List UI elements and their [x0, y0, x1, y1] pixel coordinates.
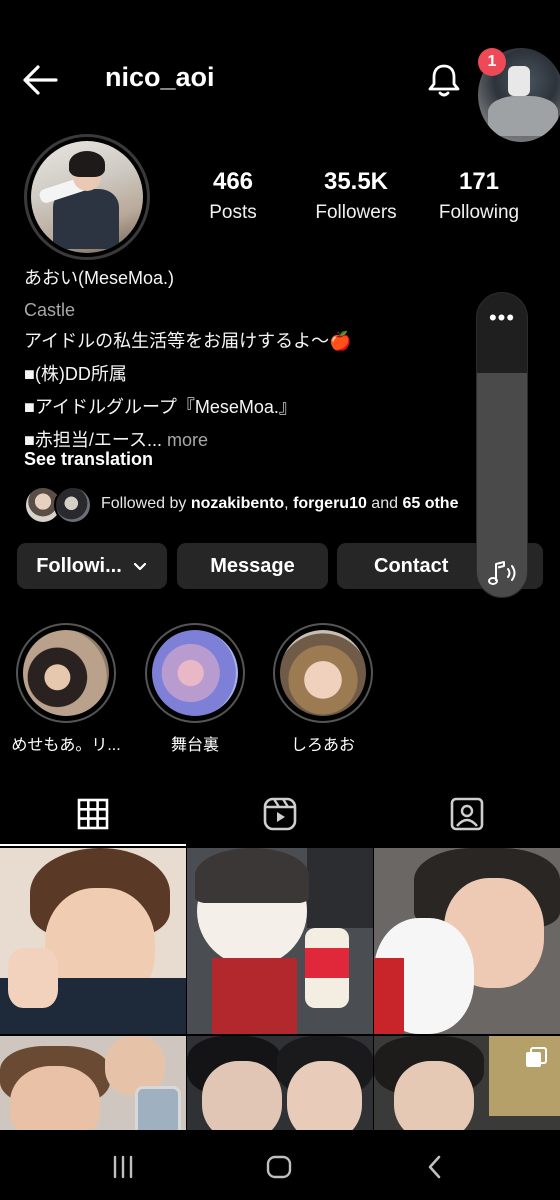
following-button[interactable]: Followi... [17, 543, 167, 589]
active-tab-indicator [0, 844, 186, 846]
highlight-cover [280, 630, 366, 716]
stat-followers-value: 35.5K [323, 168, 389, 195]
recent-apps-icon[interactable] [108, 1152, 138, 1182]
see-translation-link[interactable]: See translation [24, 449, 153, 470]
profile-tabs [0, 782, 560, 846]
stat-posts-value: 466 [212, 168, 254, 195]
reels-icon[interactable] [260, 794, 300, 834]
profile-name: あおい(MeseMoa.) [24, 268, 175, 288]
photo-face [202, 1061, 282, 1141]
bell-icon[interactable] [424, 60, 464, 100]
carousel-icon [526, 1047, 547, 1067]
avatar-hair [69, 151, 105, 177]
volume-icon[interactable] [486, 559, 520, 587]
photo-face [394, 1061, 474, 1141]
highlight-ring [16, 623, 116, 723]
highlight-cover [23, 630, 109, 716]
photo-plush-hair [195, 848, 309, 903]
photo-bottle-label [305, 948, 349, 978]
volume-panel[interactable]: ••• [476, 292, 528, 598]
contact-button-label: Contact [374, 554, 449, 577]
story-highlight[interactable]: しろあお [273, 623, 373, 755]
post-thumbnail[interactable] [0, 848, 186, 1034]
stat-posts-label: Posts [209, 202, 257, 223]
more-link[interactable]: more [167, 430, 208, 450]
story-highlight[interactable]: 舞台裏 [145, 623, 245, 755]
avatar-body [53, 189, 119, 249]
following-button-label: Followi... [36, 554, 122, 577]
followed-by-text: Followed by nozakibento, forgeru10 and 6… [101, 495, 458, 513]
followed-by-user[interactable]: nozakibento [191, 495, 284, 512]
notification-badge: 1 [478, 48, 506, 76]
followed-by-and: and [366, 495, 403, 512]
stat-followers[interactable]: 35.5K Followers [301, 168, 411, 224]
followed-by-row[interactable]: Followed by nozakibento, forgeru10 and 6… [24, 486, 484, 524]
bio-line: アイドルの私生活等をお届けするよ〜🍎 [24, 331, 352, 351]
followed-by-prefix: Followed by [101, 495, 191, 512]
chevron-down-icon [133, 562, 146, 571]
post-thumbnail[interactable] [187, 848, 373, 1034]
photo-hand [8, 948, 58, 1008]
photo-face-2 [287, 1061, 362, 1141]
profile-username: nico_aoi [105, 62, 215, 92]
profile-avatar[interactable] [24, 134, 150, 260]
post-thumbnail[interactable] [374, 848, 560, 1034]
followed-by-others[interactable]: 65 othe [402, 495, 458, 512]
thumbnail-terrain [488, 96, 558, 136]
profile-bio: あおい(MeseMoa.) Castle アイドルの私生活等をお届けするよ〜🍎 … [24, 262, 484, 457]
message-button-label: Message [210, 554, 295, 577]
bio-line: ■(株)DD所属 [24, 364, 127, 384]
message-button[interactable]: Message [177, 543, 328, 589]
tagged-icon[interactable] [447, 794, 487, 834]
stat-followers-label: Followers [315, 202, 397, 223]
stat-following-label: Following [438, 202, 520, 223]
photo-plush-detail [374, 958, 404, 1034]
bio-line: ■アイドルグループ『MeseMoa.』 [24, 397, 297, 417]
profile-category: Castle [24, 300, 76, 320]
back-nav-icon[interactable] [420, 1152, 450, 1182]
followed-by-separator: , [284, 495, 294, 512]
highlight-label: 舞台裏 [170, 737, 219, 754]
photo-plush-body [212, 958, 297, 1034]
stat-following-value: 171 [458, 168, 500, 195]
grid-icon[interactable] [73, 794, 113, 834]
highlight-ring [273, 623, 373, 723]
stat-following[interactable]: 171 Following [424, 168, 534, 224]
back-arrow-icon[interactable] [20, 62, 60, 98]
highlight-label: めせもあ。リ... [11, 737, 121, 754]
stat-posts[interactable]: 466 Posts [178, 168, 288, 224]
story-highlight[interactable]: めせもあ。リ... [11, 623, 121, 755]
avatar-image [31, 141, 143, 253]
followed-by-user[interactable]: forgeru10 [293, 495, 367, 512]
highlight-cover [152, 630, 238, 716]
thumbnail-figure [508, 66, 530, 96]
follower-avatar [54, 486, 92, 524]
photo-background [307, 848, 373, 928]
highlight-ring [145, 623, 245, 723]
home-icon[interactable] [264, 1152, 294, 1182]
system-nav-bar [0, 1130, 560, 1200]
more-options-icon[interactable]: ••• [477, 307, 527, 329]
highlight-label: しろあお [290, 737, 355, 754]
bio-line: ■赤担当/エース... [24, 430, 162, 450]
profile-header: nico_aoi 1 [0, 0, 560, 142]
